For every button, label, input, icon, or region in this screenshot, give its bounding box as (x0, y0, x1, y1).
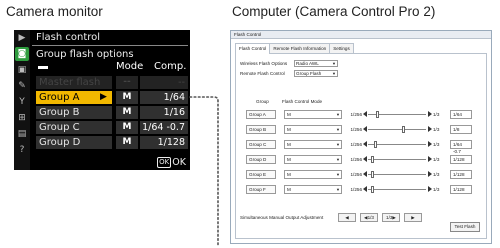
group-name-field: Group E (246, 170, 276, 179)
increase-arrow-icon[interactable] (428, 156, 432, 162)
flash-mode-value: M (287, 127, 291, 132)
output-slider-thumb[interactable] (370, 156, 374, 163)
flash-mode-value: M (287, 112, 291, 117)
output-value: 1/256 (350, 127, 363, 132)
increase-arrow-icon[interactable] (428, 111, 432, 117)
wireless-flash-options-value: Radio AWL (296, 61, 319, 66)
flash-control-mode-header: Flash Control Mode (282, 99, 323, 104)
group-row: Group C M ▼ 1/256 1/3 1/64 -0.7 (246, 140, 490, 154)
output-slider-track[interactable] (368, 144, 426, 145)
group-row: Group F M ▼ 1/256 1/3 1/128 (246, 185, 490, 194)
output-slider-track[interactable] (368, 159, 426, 160)
group-row: Group D M ▼ 1/256 1/3 1/128 (246, 155, 490, 164)
output-value: 1/256 (350, 157, 363, 162)
group-row: Group E M ▼ 1/256 1/3 1/128 (246, 170, 490, 179)
group-name-field: Group A (246, 110, 276, 119)
chevron-down-icon: ▼ (336, 187, 340, 192)
group-name-field: Group D (246, 155, 276, 164)
wireless-flash-options-label: Wireless Flash Options (240, 61, 288, 66)
flash-mode-value: M (287, 157, 291, 162)
group-row: Group B M ▼ 1/256 1/3 1/8 (246, 125, 490, 134)
step-size: 1/3 (433, 157, 440, 162)
output-slider-thumb[interactable] (370, 171, 374, 178)
compensation-field: 1/64 -0.7 (450, 140, 472, 154)
chevron-down-icon: ▼ (336, 112, 340, 117)
remote-flash-control-row: Remote Flash Control Group Flash ▼ (240, 70, 338, 77)
remote-flash-control-value: Group Flash (296, 71, 322, 76)
output-slider-thumb[interactable] (376, 111, 380, 118)
compensation-field: 1/64 (450, 110, 472, 119)
compensation-field: 1/128 (450, 185, 472, 194)
chevron-down-icon: ▼ (336, 172, 340, 177)
step-down-full-button[interactable]: ◀ (338, 213, 356, 222)
output-value: 1/256 (350, 187, 363, 192)
decrease-arrow-icon[interactable] (363, 126, 367, 132)
compensation-field: 1/128 (450, 170, 472, 179)
flash-mode-select[interactable]: M ▼ (284, 140, 342, 149)
tab-settings[interactable]: Settings (329, 43, 354, 53)
flash-mode-value: M (287, 172, 291, 177)
chevron-down-icon: ▼ (332, 61, 336, 66)
step-size: 1/3 (433, 142, 440, 147)
simultaneous-adjustment-label: Simultaneous Manual Output Adjustment (240, 215, 324, 220)
wireless-flash-options-select[interactable]: Radio AWL ▼ (294, 60, 338, 67)
group-name-field: Group F (246, 185, 276, 194)
increase-arrow-icon[interactable] (428, 126, 432, 132)
chevron-down-icon: ▼ (336, 127, 340, 132)
chevron-down-icon: ▼ (336, 157, 340, 162)
tab-flash-control[interactable]: Flash Control (235, 43, 271, 54)
chevron-down-icon: ▼ (336, 142, 340, 147)
step-up-full-button[interactable]: ▶ (404, 213, 422, 222)
flash-mode-select[interactable]: M ▼ (284, 185, 342, 194)
flash-mode-select[interactable]: M ▼ (284, 125, 342, 134)
output-slider-track[interactable] (368, 174, 426, 175)
camera-control-pro-window: Flash Control Flash Control Remote Flash… (230, 30, 492, 244)
output-value: 1/256 (350, 172, 363, 177)
step-size: 1/3 (433, 112, 440, 117)
compensation-field: 1/128 (450, 155, 472, 164)
flash-mode-select[interactable]: M ▼ (284, 155, 342, 164)
step-size: 1/3 (433, 127, 440, 132)
step-up-third-button[interactable]: 1/3▶ (382, 213, 400, 222)
output-value: 1/256 (350, 112, 363, 117)
flash-mode-value: M (287, 187, 291, 192)
increase-arrow-icon[interactable] (428, 171, 432, 177)
group-column-header: Group (256, 99, 269, 104)
compensation-field: 1/8 (450, 125, 472, 134)
flash-mode-select[interactable]: M ▼ (284, 170, 342, 179)
group-row: Group A M ▼ 1/256 1/3 1/64 (246, 110, 490, 119)
wireless-flash-options-row: Wireless Flash Options Radio AWL ▼ (240, 60, 338, 67)
tab-remote-flash-information[interactable]: Remote Flash Information (269, 43, 331, 53)
decrease-arrow-icon[interactable] (363, 186, 367, 192)
remote-flash-control-select[interactable]: Group Flash ▼ (294, 70, 338, 77)
output-slider-track[interactable] (368, 129, 426, 130)
output-slider-track[interactable] (368, 189, 426, 190)
decrease-arrow-icon[interactable] (363, 141, 367, 147)
decrease-arrow-icon[interactable] (363, 171, 367, 177)
output-slider-thumb[interactable] (370, 186, 374, 193)
flash-control-panel: Wireless Flash Options Radio AWL ▼ Remot… (235, 53, 487, 239)
remote-flash-control-label: Remote Flash Control (240, 71, 285, 76)
decrease-arrow-icon[interactable] (363, 156, 367, 162)
flash-mode-value: M (287, 142, 291, 147)
decrease-arrow-icon[interactable] (363, 111, 367, 117)
window-titlebar: Flash Control (231, 31, 491, 39)
group-name-field: Group C (246, 140, 276, 149)
chevron-down-icon: ▼ (332, 71, 336, 76)
step-size: 1/3 (433, 187, 440, 192)
increase-arrow-icon[interactable] (428, 186, 432, 192)
output-value: 1/256 (350, 142, 363, 147)
output-slider-thumb[interactable] (373, 141, 377, 148)
step-size: 1/3 (433, 172, 440, 177)
group-name-field: Group B (246, 125, 276, 134)
test-flash-button[interactable]: Test Flash (450, 222, 480, 232)
window-tabs: Flash Control Remote Flash Information S… (235, 43, 354, 54)
step-down-third-button[interactable]: ◀1/3 (360, 213, 378, 222)
increase-arrow-icon[interactable] (428, 141, 432, 147)
output-slider-thumb[interactable] (402, 126, 406, 133)
flash-mode-select[interactable]: M ▼ (284, 110, 342, 119)
